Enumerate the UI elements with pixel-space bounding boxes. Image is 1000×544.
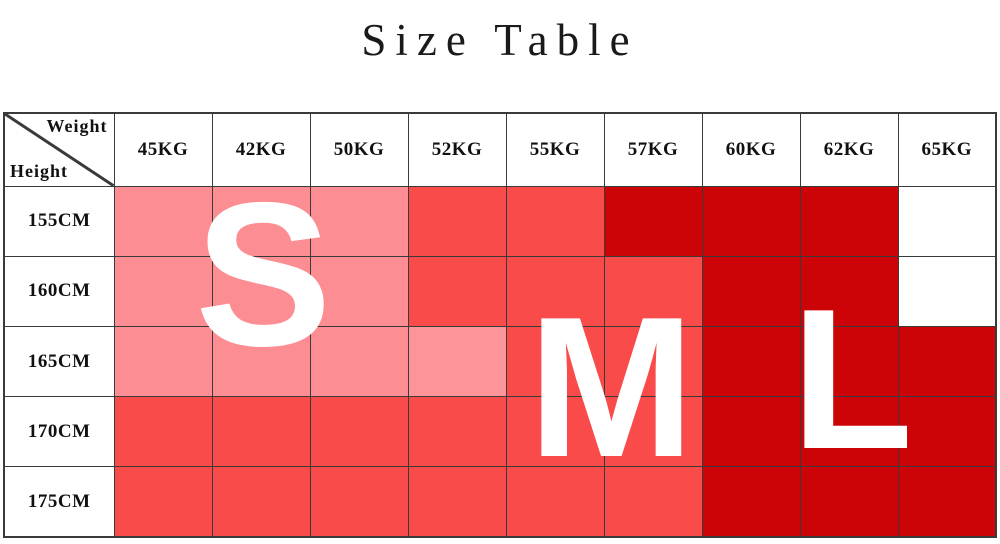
column-header-weight-60kg: 60KG bbox=[701, 112, 801, 187]
column-header-weight-57kg: 57KG bbox=[603, 112, 703, 187]
table-row: 175CM bbox=[3, 466, 997, 538]
size-table-container: Weight Height 45KG 42KG 50KG 52KG 55KG 57KG 60KG… bbox=[3, 112, 997, 538]
table-row: 170CM bbox=[3, 396, 997, 468]
size-cell-155cm-50kg bbox=[309, 185, 409, 257]
size-cell-155cm-55kg bbox=[505, 185, 605, 257]
size-cell-170cm-50kg bbox=[309, 396, 409, 468]
size-cell-160cm-60kg bbox=[701, 255, 801, 327]
size-cell-165cm-62kg bbox=[799, 325, 899, 398]
size-cell-155cm-52kg bbox=[407, 185, 507, 257]
size-cell-170cm-62kg bbox=[799, 396, 899, 468]
column-header-weight-55kg: 55KG bbox=[505, 112, 605, 187]
size-cell-170cm-52kg bbox=[407, 396, 507, 468]
size-cell-165cm-45kg bbox=[113, 325, 213, 398]
row-header-height-170cm: 170CM bbox=[3, 396, 115, 468]
size-cell-155cm-57kg bbox=[603, 185, 703, 257]
table-row: 165CM bbox=[3, 325, 997, 398]
size-cell-165cm-55kg bbox=[505, 325, 605, 398]
size-cell-170cm-45kg bbox=[113, 396, 213, 468]
column-header-weight-65kg: 65KG bbox=[897, 112, 997, 187]
height-axis-label: Height bbox=[10, 160, 68, 181]
size-cell-175cm-60kg bbox=[701, 466, 801, 538]
page-title: Size Table bbox=[361, 15, 639, 65]
table-row: 160CM bbox=[3, 255, 997, 327]
size-cell-170cm-60kg bbox=[701, 396, 801, 468]
size-cell-170cm-55kg bbox=[505, 396, 605, 468]
row-header-height-165cm: 165CM bbox=[3, 325, 115, 398]
size-cell-160cm-42kg bbox=[211, 255, 311, 327]
size-cell-165cm-57kg bbox=[603, 325, 703, 398]
size-cell-165cm-52kg bbox=[407, 325, 507, 398]
column-header-weight-62kg: 62KG bbox=[799, 112, 899, 187]
size-cell-160cm-62kg bbox=[799, 255, 899, 327]
size-cell-175cm-45kg bbox=[113, 466, 213, 538]
size-cell-155cm-60kg bbox=[701, 185, 801, 257]
size-cell-165cm-65kg bbox=[897, 325, 997, 398]
size-cell-160cm-55kg bbox=[505, 255, 605, 327]
size-cell-155cm-42kg bbox=[211, 185, 311, 257]
column-header-weight-50kg: 50KG bbox=[309, 112, 409, 187]
weight-axis-label: Weight bbox=[46, 116, 108, 136]
row-header-height-175cm: 175CM bbox=[3, 466, 115, 538]
size-cell-165cm-42kg bbox=[211, 325, 311, 398]
row-header-height-160cm: 160CM bbox=[3, 255, 115, 327]
column-header-weight-42kg: 42KG bbox=[211, 112, 311, 187]
row-header-height-155cm: 155CM bbox=[3, 185, 115, 257]
size-cell-160cm-65kg bbox=[897, 255, 997, 327]
size-cell-160cm-52kg bbox=[407, 255, 507, 327]
column-header-weight-45kg: 45KG bbox=[113, 112, 213, 187]
size-cell-175cm-52kg bbox=[407, 466, 507, 538]
size-cell-170cm-65kg bbox=[897, 396, 997, 468]
size-cell-170cm-57kg bbox=[603, 396, 703, 468]
table-row: 155CM bbox=[3, 185, 997, 257]
size-cell-160cm-45kg bbox=[113, 255, 213, 327]
size-cell-175cm-55kg bbox=[505, 466, 605, 538]
size-cell-155cm-45kg bbox=[113, 185, 213, 257]
size-cell-175cm-42kg bbox=[211, 466, 311, 538]
size-cell-175cm-50kg bbox=[309, 466, 409, 538]
size-cell-175cm-57kg bbox=[603, 466, 703, 538]
size-cell-160cm-50kg bbox=[309, 255, 409, 327]
size-cell-160cm-57kg bbox=[603, 255, 703, 327]
size-cell-175cm-62kg bbox=[799, 466, 899, 538]
size-cell-155cm-62kg bbox=[799, 185, 899, 257]
size-cell-155cm-65kg bbox=[897, 185, 997, 257]
size-cell-165cm-60kg bbox=[701, 325, 801, 398]
size-table: Weight Height 45KG 42KG 50KG 52KG 55KG 57KG 60KG… bbox=[3, 112, 997, 538]
column-header-weight-52kg: 52KG bbox=[407, 112, 507, 187]
size-table-body: Weight Height 45KG 42KG 50KG 52KG 55KG 57KG 60KG… bbox=[3, 112, 997, 538]
table-header-row: Weight Height 45KG 42KG 50KG 52KG 55KG 57KG 60KG… bbox=[3, 112, 997, 187]
size-cell-175cm-65kg bbox=[897, 466, 997, 538]
header-corner-cell: Weight Height bbox=[3, 112, 115, 187]
size-cell-165cm-50kg bbox=[309, 325, 409, 398]
size-cell-170cm-42kg bbox=[211, 396, 311, 468]
